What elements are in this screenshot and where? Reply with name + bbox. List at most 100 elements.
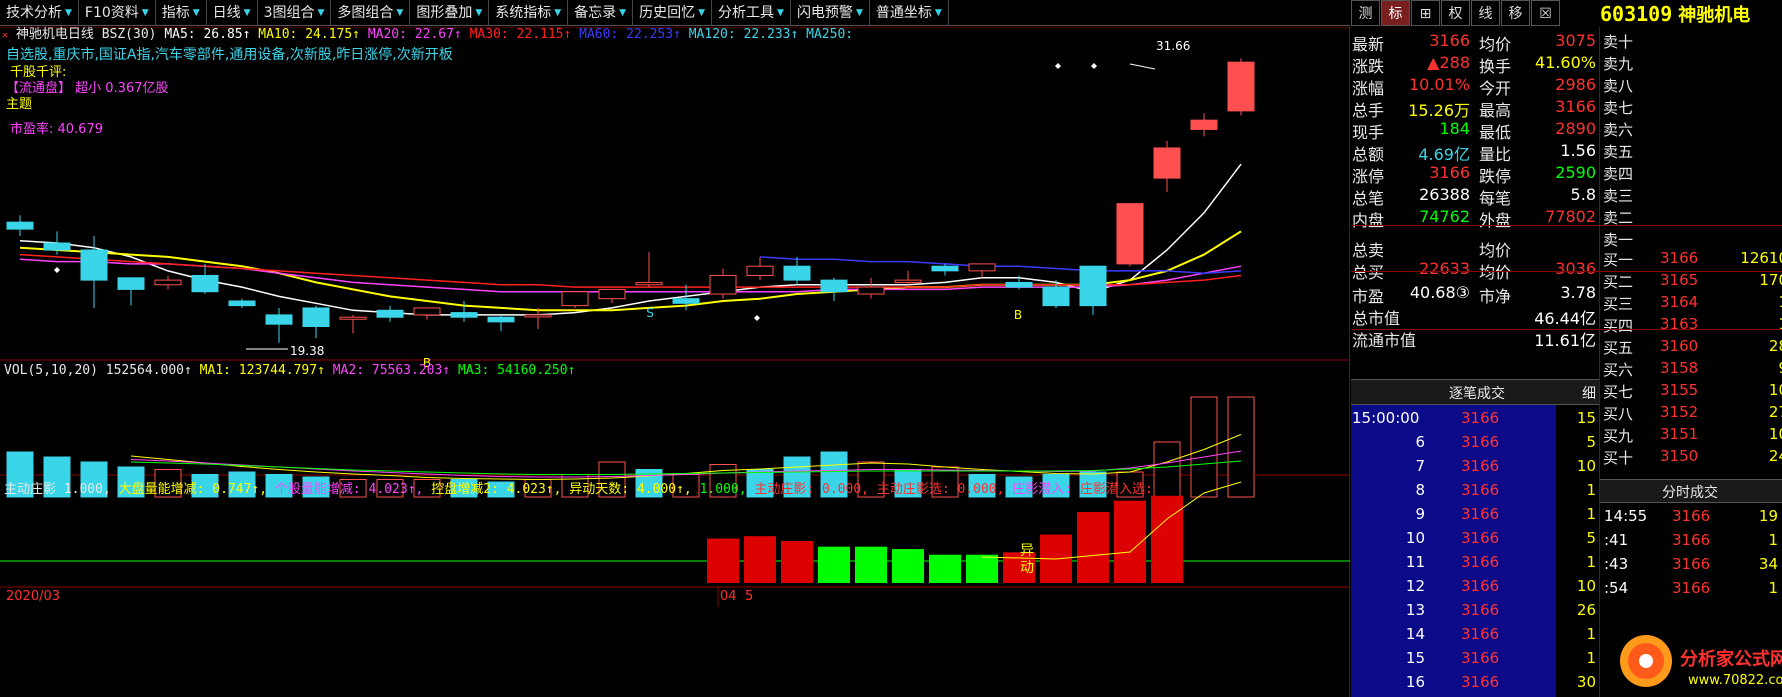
quote-value: 3166 bbox=[1429, 163, 1470, 182]
tick-time: 8 bbox=[1415, 481, 1425, 499]
kline-chart-svg[interactable]: SSBB bbox=[0, 27, 1350, 697]
quote-tab-5[interactable]: 移 bbox=[1501, 0, 1530, 26]
quote-tab-4[interactable]: 线 bbox=[1471, 0, 1500, 26]
buy-level-volume: 24 bbox=[1768, 447, 1782, 465]
watermark-url: www.70822.com bbox=[1688, 673, 1782, 688]
tick-price: 3166 bbox=[1461, 457, 1500, 475]
tick-volume: 15 bbox=[1576, 409, 1596, 427]
force-bar bbox=[1151, 495, 1183, 583]
tick-row: 8 3166 1 bbox=[1351, 479, 1600, 503]
toolbar-btn-3[interactable]: 日线 ▼ bbox=[207, 0, 258, 26]
sell-level[interactable]: 卖三 bbox=[1600, 183, 1782, 207]
sell-level[interactable]: 卖五 bbox=[1600, 139, 1782, 163]
toolbar-btn-7[interactable]: 系统指标 ▼ bbox=[489, 0, 569, 26]
buy-level-price: 3151 bbox=[1660, 425, 1699, 443]
buy-level-label: 买七 bbox=[1603, 383, 1634, 401]
quote-tab-1[interactable]: 标 bbox=[1381, 0, 1410, 26]
force-f1: 主动庄影: 0.000, bbox=[754, 482, 869, 497]
buy-level-label: 买三 bbox=[1603, 295, 1634, 313]
candle-body-down bbox=[672, 298, 700, 304]
tick-panel-title: 逐笔成交 bbox=[1449, 386, 1505, 402]
toolbar-btn-1[interactable]: F10资料 ▼ bbox=[79, 0, 156, 26]
toolbar-btn-4[interactable]: 3图组合 ▼ bbox=[258, 0, 332, 26]
toolbar-btn-12[interactable]: 普通坐标 ▼ bbox=[870, 0, 949, 26]
quote-tab-6[interactable]: ☒ bbox=[1531, 0, 1560, 26]
sell-level[interactable]: 卖九 bbox=[1600, 51, 1782, 75]
ma20-value: MA20: 22.67↑ bbox=[367, 27, 462, 42]
sell-level[interactable]: 卖七 bbox=[1600, 95, 1782, 119]
buy-level[interactable]: 买四 3163 1 bbox=[1600, 313, 1782, 337]
sell-level[interactable]: 卖四 bbox=[1600, 161, 1782, 185]
minute-panel-title: 分时成交 bbox=[1662, 485, 1718, 501]
quote-tab-2[interactable]: ⊞ bbox=[1411, 0, 1440, 26]
buy-level[interactable]: 买九 3151 10 bbox=[1600, 423, 1782, 447]
toolbar-btn-8[interactable]: 备忘录 ▼ bbox=[568, 0, 634, 26]
quote-row: 涨停 3166 跌停 2590 bbox=[1351, 161, 1600, 186]
minute-price: 3166 bbox=[1672, 531, 1711, 549]
toolbar-btn-6[interactable]: 图形叠加 ▼ bbox=[410, 0, 490, 26]
buy-level-label: 买二 bbox=[1603, 273, 1634, 291]
toolbar-btn-5[interactable]: 多图组合 ▼ bbox=[331, 0, 411, 26]
toolbar-btn-label: 系统指标 bbox=[495, 4, 552, 21]
quote-row: 总手 15.26万 最高 3166 bbox=[1351, 95, 1600, 120]
buy-level[interactable]: 买五 3160 28 bbox=[1600, 335, 1782, 359]
volume-bar-up bbox=[1153, 441, 1181, 498]
buy-level[interactable]: 买一 3166 12610 bbox=[1600, 247, 1782, 271]
sell-level[interactable]: 卖八 bbox=[1600, 73, 1782, 97]
quote-label: 流通市值 bbox=[1352, 331, 1417, 350]
sell-level-label: 卖三 bbox=[1603, 187, 1634, 205]
dropdown-arrow-icon: ▼ bbox=[554, 7, 562, 18]
buy-level[interactable]: 买七 3155 10 bbox=[1600, 379, 1782, 403]
toolbar-btn-11[interactable]: 闪电预警 ▼ bbox=[791, 0, 870, 26]
kline-indicator: BSZ(30) bbox=[101, 27, 157, 42]
force-stock: 个股量能增减: 4.023↑, bbox=[274, 482, 424, 497]
sell-level-label: 卖七 bbox=[1603, 99, 1634, 117]
minute-price: 3166 bbox=[1672, 507, 1711, 525]
dropdown-arrow-icon: ▼ bbox=[192, 7, 200, 18]
sell-level[interactable]: 卖六 bbox=[1600, 117, 1782, 141]
buy-level-price: 3160 bbox=[1660, 337, 1699, 355]
buy-level-label: 买四 bbox=[1603, 317, 1634, 335]
toolbar-btn-2[interactable]: 指标 ▼ bbox=[156, 0, 207, 26]
dropdown-arrow-icon: ▼ bbox=[855, 7, 863, 18]
sell-level-label: 卖五 bbox=[1603, 143, 1634, 161]
tick-time: 15:00:00 bbox=[1352, 409, 1420, 427]
quote-value: 26388 bbox=[1419, 185, 1470, 204]
ma120-value: MA120: 22.233↑ bbox=[688, 27, 799, 42]
tick-detail-button[interactable]: 细 bbox=[1582, 383, 1596, 403]
toolbar-btn-0[interactable]: 技术分析 ▼ bbox=[0, 0, 79, 26]
quote-tab-3[interactable]: 权 bbox=[1441, 0, 1470, 26]
buy-level[interactable]: 买三 3164 1 bbox=[1600, 291, 1782, 315]
candle-body-up bbox=[598, 288, 626, 300]
toolbar-btn-label: 备忘录 bbox=[574, 4, 617, 21]
force-legend: 主动庄影 1.000, 大盘量能增减: 0.747↑, 个股量能增减: 4.02… bbox=[4, 478, 1153, 497]
buy-level[interactable]: 买八 3152 27 bbox=[1600, 401, 1782, 425]
quote-tab-0[interactable]: 测 bbox=[1351, 0, 1380, 26]
buy-level[interactable]: 买六 3158 9 bbox=[1600, 357, 1782, 381]
force-f4: 庄影潜入选: bbox=[1079, 482, 1153, 497]
toolbar-btn-10[interactable]: 分析工具 ▼ bbox=[712, 0, 791, 26]
buy-level[interactable]: 买二 3165 170 bbox=[1600, 269, 1782, 293]
force-bar bbox=[818, 546, 850, 583]
minute-panel-header[interactable]: 分时成交 bbox=[1600, 479, 1782, 503]
buy-level-price: 3166 bbox=[1660, 249, 1699, 267]
buy-level-label: 买五 bbox=[1603, 339, 1634, 357]
candle-body-up bbox=[1153, 147, 1181, 179]
sell-level[interactable]: 卖十 bbox=[1600, 29, 1782, 53]
stock-tags: 自选股,重庆市,国证A指,汽车零部件,通用设备,次新股,昨日涨停,次新开板 bbox=[6, 47, 453, 63]
toolbar-btn-9[interactable]: 历史回忆 ▼ bbox=[633, 0, 713, 26]
tick-price: 3166 bbox=[1461, 625, 1500, 643]
minute-time: :54 bbox=[1604, 579, 1629, 597]
volume-ma-line bbox=[130, 460, 1242, 475]
force-bar bbox=[744, 536, 776, 583]
buy-level[interactable]: 买十 3150 24 bbox=[1600, 445, 1782, 469]
minute-row: :43 3166 34 bbox=[1600, 553, 1782, 577]
volume-ma1: MA1: 123744.797↑ bbox=[199, 363, 325, 378]
chart-area[interactable]: SSBB ✕ 神驰机电日线 BSZ(30) MA5: 26.85↑ MA10: … bbox=[0, 27, 1350, 697]
tick-volume: 5 bbox=[1586, 433, 1596, 451]
buy-level-volume: 9 bbox=[1778, 359, 1782, 377]
ma10-value: MA10: 24.175↑ bbox=[258, 27, 360, 42]
buy-level-price: 3163 bbox=[1660, 315, 1699, 333]
tick-panel-header[interactable]: 逐笔成交 细 bbox=[1351, 379, 1600, 405]
candle-body-down bbox=[487, 316, 515, 323]
